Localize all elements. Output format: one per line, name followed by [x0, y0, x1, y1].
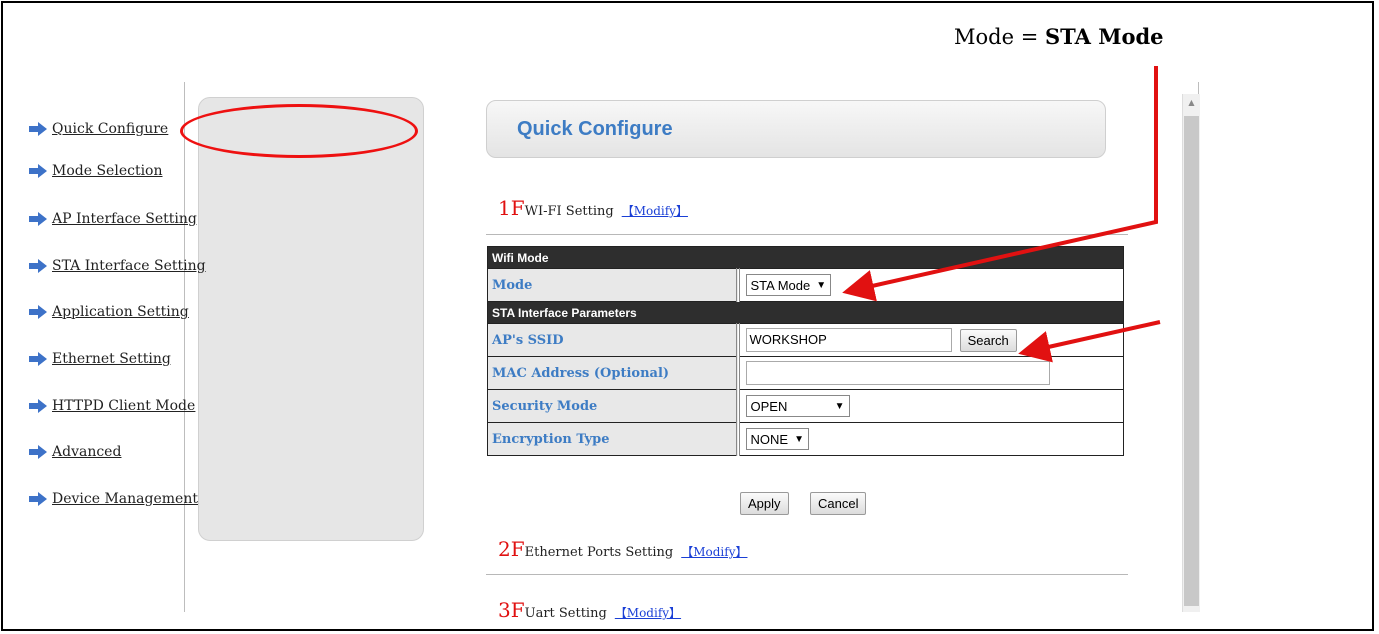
annotation-arrow-mode — [842, 66, 1158, 302]
annotation-arrow-search — [1018, 320, 1161, 363]
annotation-arrows — [842, 66, 1161, 363]
